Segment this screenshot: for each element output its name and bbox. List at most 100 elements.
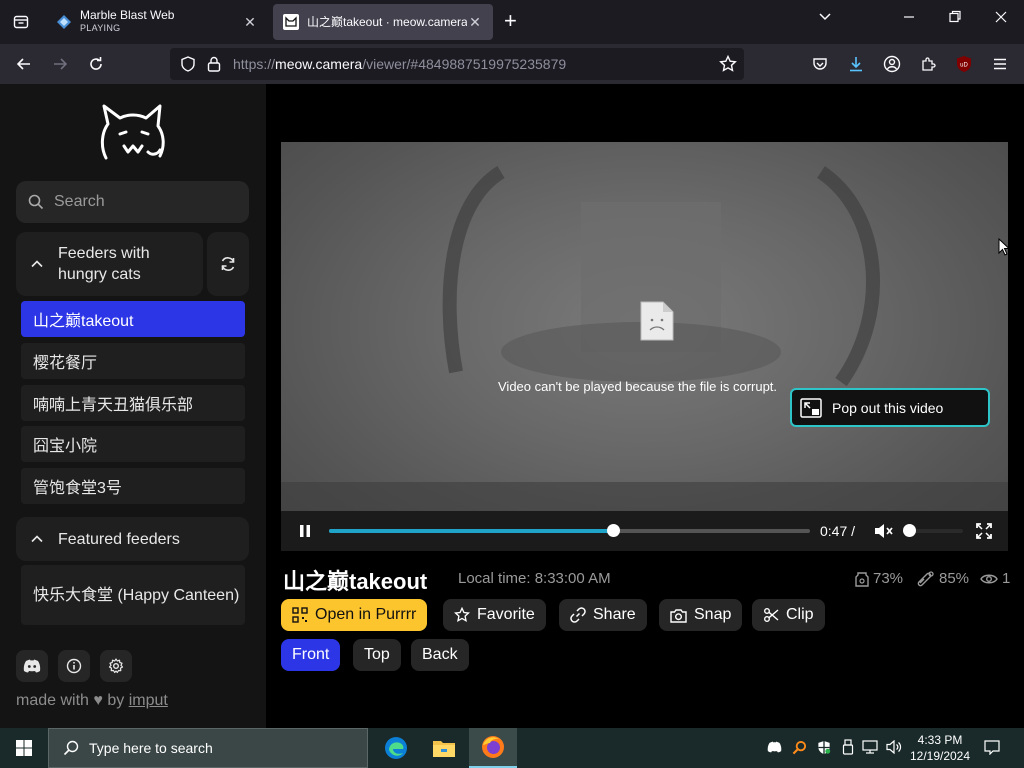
clip-label: Clip xyxy=(786,606,814,623)
viewers-count: 1 xyxy=(1002,570,1011,587)
list-all-tabs-icon[interactable] xyxy=(818,10,832,29)
forward-arrow-icon[interactable] xyxy=(48,52,72,76)
discord-button[interactable] xyxy=(16,650,48,682)
share-button[interactable]: Share xyxy=(559,599,647,631)
time-display: 0:47 / xyxy=(820,523,856,539)
feeder-item[interactable]: 山之巅takeout xyxy=(21,301,245,337)
food-stat: 73% xyxy=(855,570,903,587)
windows-taskbar: Type here to search 4:33 PM 12/19/2024 xyxy=(0,728,1024,768)
view-top-button[interactable]: Top xyxy=(353,639,401,671)
taskbar-clock[interactable]: 4:33 PM 12/19/2024 xyxy=(908,732,972,764)
file-explorer-app[interactable] xyxy=(420,728,468,768)
usb-tray-icon[interactable] xyxy=(840,739,856,755)
discord-tray-icon[interactable] xyxy=(766,739,782,755)
pop-out-video-button[interactable]: Pop out this video xyxy=(790,388,990,427)
open-in-purrrr-button[interactable]: Open in Purrrr xyxy=(281,599,428,631)
video-seek-bar[interactable] xyxy=(329,524,810,537)
search-box[interactable] xyxy=(16,181,249,223)
info-button[interactable] xyxy=(58,650,90,682)
camera-title: 山之巅takeout xyxy=(283,569,428,594)
pause-button[interactable] xyxy=(298,524,312,543)
marble-favicon-icon xyxy=(57,15,71,29)
mute-button[interactable] xyxy=(874,523,894,544)
windows-logo-icon xyxy=(16,740,32,756)
back-arrow-icon[interactable] xyxy=(12,52,36,76)
network-tray-icon[interactable] xyxy=(862,739,878,755)
firefox-app[interactable] xyxy=(469,728,517,768)
group-featured-toggle[interactable]: Featured feeders xyxy=(16,517,249,561)
feeder-item[interactable]: 囧宝小院 xyxy=(21,426,245,462)
video-player[interactable] xyxy=(281,142,1008,550)
taskbar-search-box[interactable]: Type here to search xyxy=(48,728,368,768)
muted-speaker-icon xyxy=(875,524,893,538)
minimize-icon[interactable] xyxy=(903,10,915,29)
food-stat-value: 73% xyxy=(873,570,904,587)
edge-icon xyxy=(385,737,407,759)
tab-marble-blast[interactable]: Marble Blast Web PLAYING ✕ xyxy=(46,4,268,40)
view-back-button[interactable]: Back xyxy=(411,639,469,671)
notifications-icon[interactable] xyxy=(984,739,1000,755)
tab-title: 山之巅takeout · meow.camera xyxy=(307,15,467,29)
downloads-icon[interactable] xyxy=(844,52,868,76)
close-tab-icon[interactable]: ✕ xyxy=(242,14,258,31)
share-label: Share xyxy=(593,606,636,623)
folder-icon xyxy=(433,741,455,757)
viewers-stat: 1 xyxy=(980,570,1010,587)
close-tab-icon[interactable]: ✕ xyxy=(467,14,483,31)
seek-bar-progress xyxy=(329,529,613,533)
made-with-label: made with xyxy=(16,692,89,709)
feeder-item[interactable]: 快乐大食堂 (Happy Canteen) xyxy=(21,565,245,625)
info-icon xyxy=(66,658,82,674)
refresh-button[interactable] xyxy=(207,232,249,296)
feeder-item[interactable]: 管饱食堂3号 xyxy=(21,468,245,504)
search-input[interactable] xyxy=(54,193,234,211)
security-tray-icon[interactable] xyxy=(816,739,832,755)
clock-date: 12/19/2024 xyxy=(909,749,971,763)
author-link[interactable]: imput xyxy=(129,692,168,709)
edge-app[interactable] xyxy=(372,728,420,768)
settings-button[interactable] xyxy=(100,650,132,682)
start-button[interactable] xyxy=(0,728,48,768)
volume-tray-icon[interactable] xyxy=(886,739,902,755)
pop-out-label: Pop out this video xyxy=(832,399,944,416)
extensions-icon[interactable] xyxy=(916,52,940,76)
feeder-item[interactable]: 喃喃上青天丑猫俱乐部 xyxy=(21,385,245,421)
new-tab-button[interactable]: + xyxy=(504,10,517,32)
search-tray-icon[interactable] xyxy=(791,739,807,755)
seek-bar-handle[interactable] xyxy=(606,524,620,537)
favorite-button[interactable]: Favorite xyxy=(443,599,546,631)
lock-icon[interactable] xyxy=(207,56,221,72)
pocket-icon[interactable] xyxy=(808,52,832,76)
eye-icon xyxy=(980,574,998,583)
clip-button[interactable]: Clip xyxy=(752,599,825,631)
broken-file-icon xyxy=(640,301,674,341)
account-icon[interactable] xyxy=(880,52,904,76)
cat-logo-icon[interactable] xyxy=(98,102,168,166)
sidebar: Feeders with hungry cats 山之巅takeout 樱花餐厅… xyxy=(0,84,266,728)
volume-slider[interactable] xyxy=(903,524,963,537)
star-icon xyxy=(454,607,470,622)
gear-icon xyxy=(108,658,124,674)
favorite-label: Favorite xyxy=(477,606,535,623)
hamburger-menu-icon[interactable] xyxy=(988,52,1012,76)
firefox-icon xyxy=(482,736,504,758)
fullscreen-button[interactable] xyxy=(976,523,992,544)
url-bar[interactable]: https://meow.camera/viewer/#484988751997… xyxy=(170,48,744,80)
reload-icon[interactable] xyxy=(84,52,108,76)
bookmark-star-icon[interactable] xyxy=(719,55,737,73)
group-hungry-cats-toggle[interactable]: Feeders with hungry cats xyxy=(16,232,203,296)
ublock-icon[interactable]: uD xyxy=(952,52,976,76)
page-content: Feeders with hungry cats 山之巅takeout 樱花餐厅… xyxy=(0,84,1024,728)
feeder-item[interactable]: 樱花餐厅 xyxy=(21,343,245,379)
volume-handle[interactable] xyxy=(903,524,916,537)
restore-icon[interactable] xyxy=(949,10,961,29)
taskbar-search-placeholder: Type here to search xyxy=(89,740,213,756)
snap-button[interactable]: Snap xyxy=(659,599,743,631)
view-front-button[interactable]: Front xyxy=(281,639,341,671)
chevron-up-icon xyxy=(31,260,43,268)
close-window-icon[interactable] xyxy=(994,10,1008,29)
tab-overview-button[interactable] xyxy=(0,0,42,44)
tab-meow-camera[interactable]: 山之巅takeout · meow.camera ✕ xyxy=(273,4,493,40)
shield-icon[interactable] xyxy=(180,56,196,72)
url-text[interactable]: https://meow.camera/viewer/#484988751997… xyxy=(233,56,566,72)
